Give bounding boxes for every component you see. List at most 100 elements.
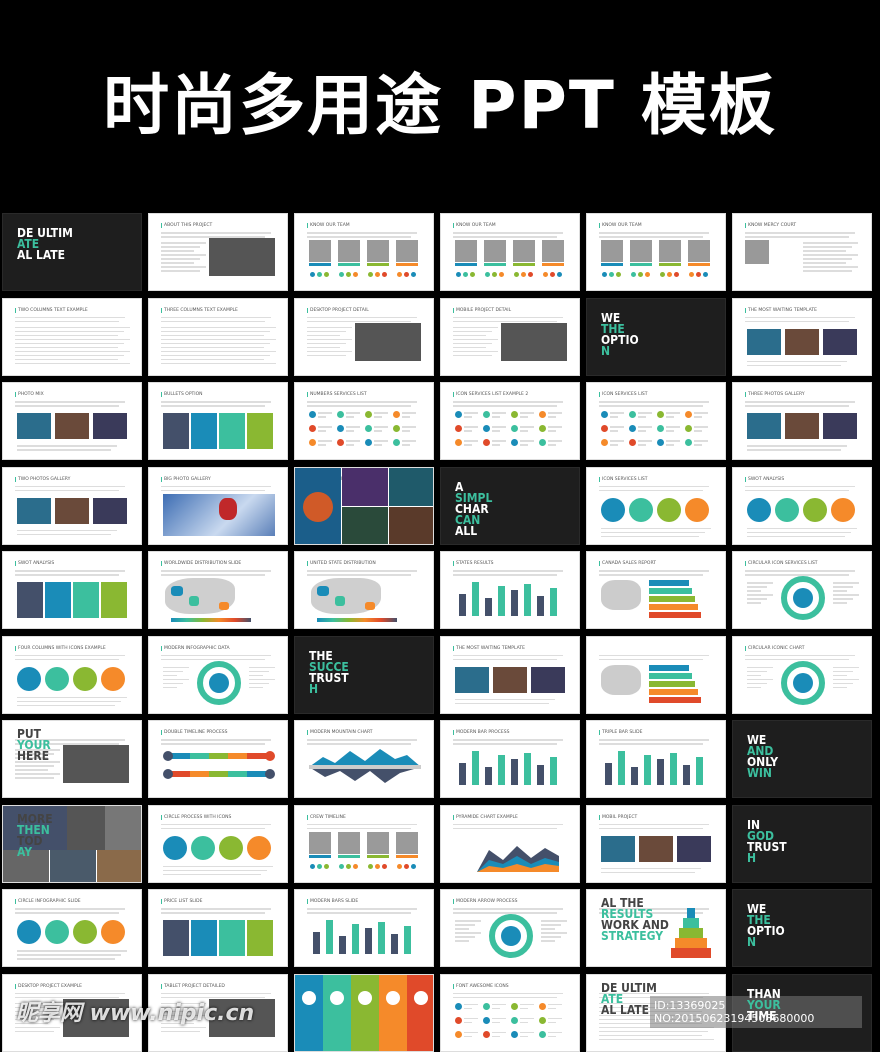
slide-thumbnail[interactable]: MOBILE PROJECT DETAIL bbox=[440, 297, 580, 376]
slide-thumbnail[interactable]: BIG PHOTO GALLERY bbox=[148, 466, 288, 545]
text-line bbox=[833, 674, 847, 676]
slide-thumbnail[interactable]: CIRCLE INFOGRAPHIC SLIDE bbox=[2, 889, 142, 967]
slide-thumbnail[interactable]: MODERN ARROW PROCESS bbox=[440, 889, 580, 967]
slide-title: SWOT ANALYSIS bbox=[745, 476, 784, 482]
social-dot bbox=[411, 863, 416, 869]
role-bar bbox=[455, 263, 477, 266]
slide-thumbnail[interactable]: MODERN MOUNTAIN CHART bbox=[294, 720, 434, 798]
text-line bbox=[346, 412, 360, 414]
social-dot bbox=[521, 272, 526, 277]
slide-thumbnail[interactable]: IN GOD TRUST H bbox=[732, 804, 872, 883]
slide-thumbnail[interactable]: ICON SERVICES LIST bbox=[586, 382, 726, 460]
slide-thumbnail[interactable]: MODERN BAR PROCESS bbox=[440, 720, 580, 798]
slide-thumbnail[interactable]: CIRCULAR ICON SERVICES LIST bbox=[732, 551, 872, 629]
role-bar bbox=[338, 854, 360, 858]
social-dot bbox=[514, 272, 519, 277]
slide-thumbnail[interactable]: DESKTOP PROJECT DETAIL bbox=[294, 297, 434, 376]
text-line bbox=[161, 342, 270, 344]
text-line bbox=[402, 416, 410, 418]
text-line bbox=[833, 686, 847, 688]
slide-thumbnail[interactable]: NUMBERS SERVICES LIST bbox=[294, 382, 434, 460]
horizontal-bar bbox=[649, 688, 698, 695]
slide-thumbnail[interactable]: DE ULTIM ATE AL LATE bbox=[2, 213, 142, 291]
service-icon bbox=[629, 411, 636, 418]
slide-thumbnail[interactable]: KNOW OUR TEAM bbox=[440, 213, 580, 291]
slide-thumbnail[interactable]: TRIPLE BAR SLIDE bbox=[586, 720, 726, 798]
slide-thumbnail[interactable]: THE MOST WAITING TEMPLATE bbox=[440, 635, 580, 714]
slide-thumbnail[interactable]: TWO COLUMNS TEXT EXAMPLE bbox=[2, 297, 142, 376]
slide-thumbnail[interactable]: KNOW OUR TEAM bbox=[294, 213, 434, 291]
service-icon bbox=[685, 425, 692, 432]
text-line bbox=[803, 242, 858, 244]
slide-thumbnail[interactable]: WE THE OPTIO N bbox=[586, 297, 726, 376]
slide-thumbnail[interactable]: CREW TIMELINE bbox=[294, 804, 434, 883]
photo bbox=[455, 666, 489, 693]
slide-thumbnail[interactable]: WE AND ONLY WIN bbox=[732, 720, 872, 798]
slide-thumbnail[interactable] bbox=[586, 635, 726, 714]
slide-thumbnail[interactable]: A SIMPL CHAR CAN ALL bbox=[440, 466, 580, 545]
text-line bbox=[464, 426, 478, 428]
text-line bbox=[745, 658, 849, 660]
service-icon bbox=[539, 1030, 546, 1038]
slide-thumbnail[interactable]: CANADA SALES REPORT bbox=[586, 551, 726, 629]
text-line bbox=[15, 330, 124, 332]
slide-thumbnail[interactable]: AL THE RESULTS WORK AND STRATEGY bbox=[586, 889, 726, 967]
bar bbox=[631, 767, 638, 785]
slide-thumbnail[interactable]: CIRCLE PROCESS WITH ICONS bbox=[148, 804, 288, 883]
bar bbox=[352, 924, 359, 954]
slide-thumbnail[interactable]: WORLDWIDE DISTRIBUTION SLIDE bbox=[148, 551, 288, 629]
text-line bbox=[803, 262, 846, 264]
slide-thumbnail[interactable]: TILE PHOTO SLIDE bbox=[294, 466, 434, 545]
slide-thumbnail[interactable]: CIRCULAR ICONIC CHART bbox=[732, 635, 872, 714]
slide-thumbnail[interactable]: ABOUT THIS PROJECT bbox=[148, 213, 288, 291]
text-line bbox=[161, 338, 276, 340]
text-line bbox=[307, 574, 411, 576]
slide-thumbnail[interactable]: FOUR COLUMNS WITH ICONS EXAMPLE bbox=[2, 635, 142, 714]
slide-thumbnail[interactable]: KNOW MERCY COURT bbox=[732, 213, 872, 291]
slide-thumbnail[interactable]: THREE COLUMNS TEXT EXAMPLE bbox=[148, 297, 288, 376]
text-line bbox=[803, 246, 852, 248]
role-bar bbox=[396, 263, 418, 266]
slide-thumbnail[interactable]: MODERN BARS SLIDE bbox=[294, 889, 434, 967]
slide-thumbnail[interactable]: PHOTO MIX bbox=[2, 382, 142, 460]
slide-thumbnail[interactable]: UNITED STATE DISTRIBUTION bbox=[294, 551, 434, 629]
timeline-segment bbox=[228, 753, 247, 759]
slide-thumbnail[interactable]: SWOT ANALYSIS bbox=[732, 466, 872, 545]
slide-thumbnail[interactable]: KNOW OUR TEAM bbox=[586, 213, 726, 291]
text-line bbox=[548, 412, 562, 414]
service-icon bbox=[685, 411, 692, 418]
slide-thumbnail[interactable]: PRICE LIST SLIDE bbox=[148, 889, 288, 967]
slide-thumbnail[interactable]: MODERN INFOGRAPHIC DATA bbox=[148, 635, 288, 714]
slide-thumbnail[interactable]: PYRAMIDE CHART EXAMPLE bbox=[440, 804, 580, 883]
slide-thumbnail[interactable]: PUT YOUR HERE bbox=[2, 720, 142, 798]
slide-thumbnail[interactable]: BULLETS OPTION bbox=[148, 382, 288, 460]
slide-thumbnail[interactable]: DOUBLE TIMELINE PROCESS bbox=[148, 720, 288, 798]
slide-thumbnail[interactable]: THREE PHOTOS GALLERY bbox=[732, 382, 872, 460]
slide-thumbnail[interactable]: WE THE OPTIO N bbox=[732, 889, 872, 967]
column-icon bbox=[330, 990, 344, 1005]
slide-thumbnail[interactable]: THE MOST WAITING TEMPLATE bbox=[732, 297, 872, 376]
slide-thumbnail[interactable]: ICON SERVICES LIST bbox=[586, 466, 726, 545]
slide-thumbnail[interactable]: THE SUCCE TRUST H bbox=[294, 635, 434, 714]
text-line bbox=[161, 334, 264, 336]
role-bar bbox=[542, 263, 564, 266]
slide-thumbnail[interactable]: MOBIL PROJECT bbox=[586, 804, 726, 883]
slide-thumbnail[interactable]: FONT AWESOME ICONS bbox=[440, 973, 580, 1052]
slide-title: DOUBLE TIMELINE PROCESS bbox=[161, 730, 228, 735]
text-line bbox=[599, 570, 709, 572]
social-dot bbox=[324, 272, 329, 277]
slide-title: CANADA SALES REPORT bbox=[599, 561, 656, 566]
slide-thumbnail[interactable]: MORE THEN TOD AY bbox=[2, 804, 142, 883]
text-line bbox=[161, 330, 270, 332]
text-line bbox=[747, 582, 773, 584]
text-line bbox=[453, 658, 557, 660]
social-dot bbox=[456, 272, 461, 277]
slide-thumbnail[interactable] bbox=[294, 973, 434, 1052]
slide-title: PRICE LIST SLIDE bbox=[161, 899, 202, 904]
slide-thumbnail[interactable]: TWO PHOTOS GALLERY bbox=[2, 466, 142, 545]
text-line bbox=[541, 928, 555, 930]
slide-thumbnail[interactable]: STATES RESULTS bbox=[440, 551, 580, 629]
slide-thumbnail[interactable]: SWOT ANALYSIS bbox=[2, 551, 142, 629]
text-line bbox=[17, 529, 117, 531]
slide-thumbnail[interactable]: ICON SERVICES LIST EXAMPLE 2 bbox=[440, 382, 580, 460]
